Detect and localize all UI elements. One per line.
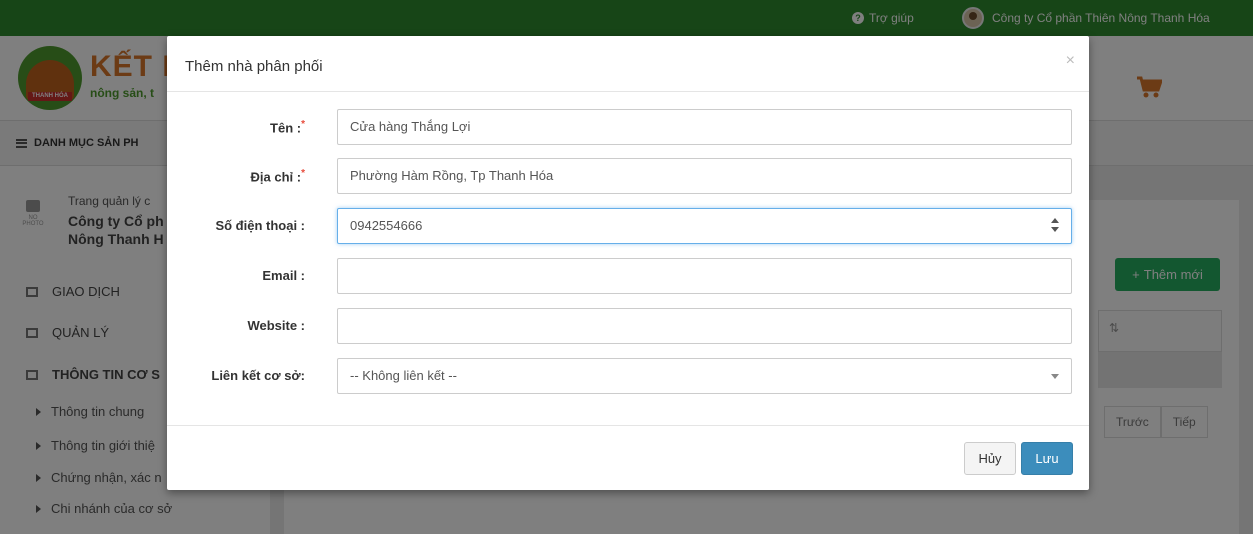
close-icon[interactable]: × — [1066, 52, 1075, 70]
link-label: Liên kết cơ sở: — [211, 368, 305, 383]
website-row: Website : — [167, 308, 1089, 344]
modal-title: Thêm nhà phân phối — [185, 58, 323, 75]
name-field[interactable]: Cửa hàng Thắng Lợi — [337, 109, 1072, 145]
save-button[interactable]: Lưu — [1021, 442, 1073, 475]
address-field[interactable]: Phường Hàm Rồng, Tp Thanh Hóa — [337, 158, 1072, 194]
link-select[interactable]: -- Không liên kết -- — [337, 358, 1072, 394]
add-distributor-modal: Thêm nhà phân phối × Tên :* Cửa hàng Thắ… — [167, 36, 1089, 490]
modal-footer: Hủy Lưu — [167, 425, 1089, 490]
address-label: Địa chỉ :* — [250, 168, 305, 185]
email-label: Email : — [262, 268, 305, 283]
email-row: Email : — [167, 258, 1089, 294]
website-label: Website : — [247, 318, 305, 333]
link-row: Liên kết cơ sở: -- Không liên kết -- — [167, 358, 1089, 394]
phone-field[interactable]: 0942554666 — [337, 208, 1072, 244]
phone-label: Số điện thoại : — [215, 218, 305, 233]
modal-header: Thêm nhà phân phối × — [167, 36, 1089, 92]
website-field[interactable] — [337, 308, 1072, 344]
name-label: Tên :* — [270, 119, 305, 136]
spinner-icon[interactable] — [1051, 218, 1059, 234]
chevron-down-icon — [1051, 374, 1059, 379]
name-row: Tên :* Cửa hàng Thắng Lợi — [167, 109, 1089, 145]
email-field[interactable] — [337, 258, 1072, 294]
phone-row: Số điện thoại : 0942554666 — [167, 208, 1089, 244]
cancel-button[interactable]: Hủy — [964, 442, 1016, 475]
address-row: Địa chỉ :* Phường Hàm Rồng, Tp Thanh Hóa — [167, 158, 1089, 194]
